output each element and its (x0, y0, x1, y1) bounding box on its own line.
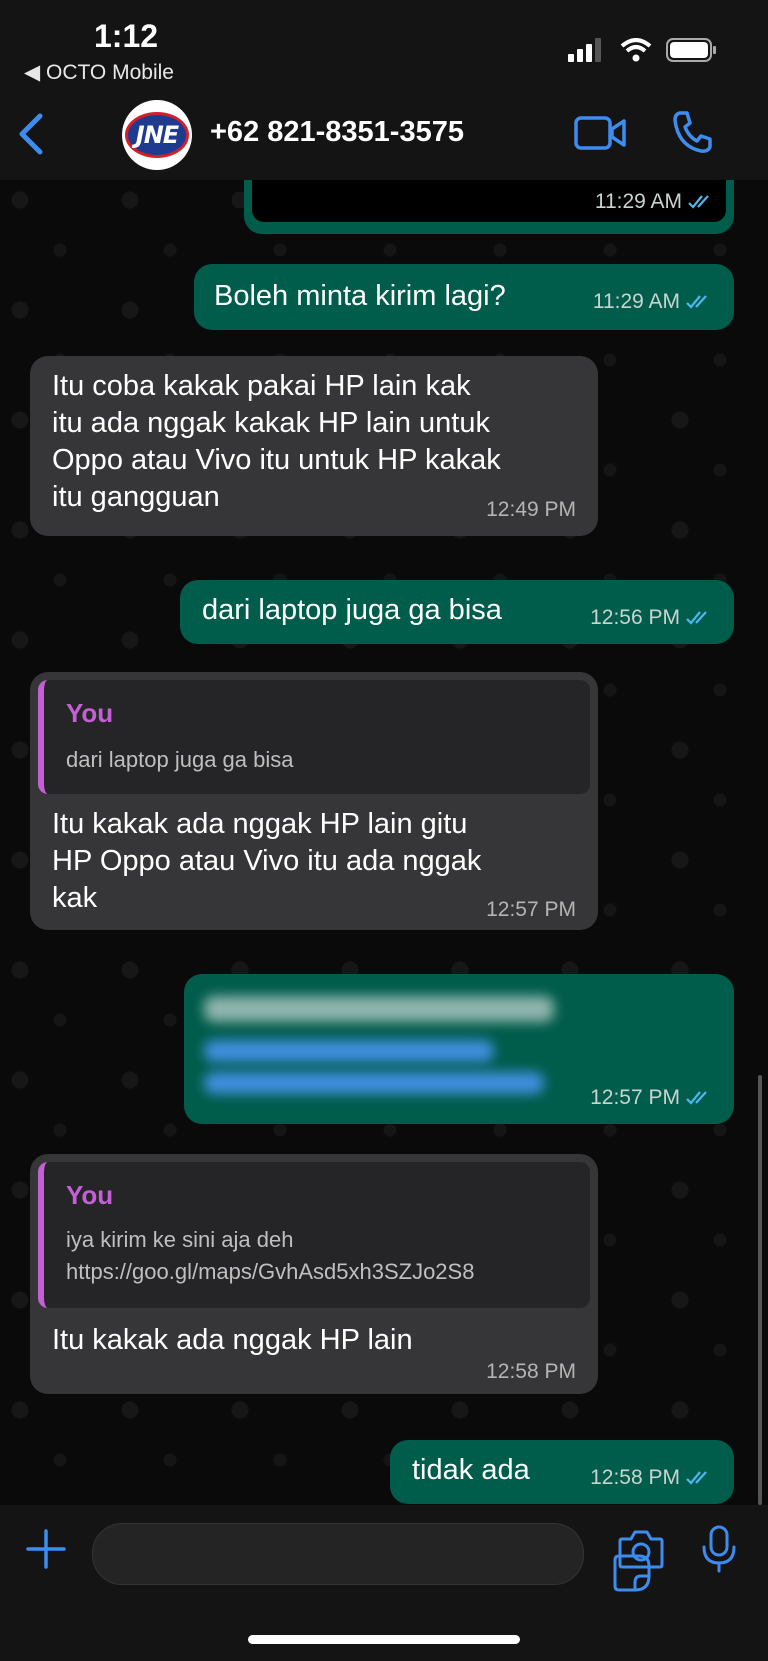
quoted-text: iya kirim ke sini aja deh https://goo.gl… (66, 1227, 475, 1284)
read-receipt-icon (686, 1471, 707, 1485)
message-text: Boleh minta kirim lagi? (214, 280, 506, 312)
message-text: tidak ada (412, 1454, 530, 1486)
chat-header: JNE +62 821-8351-3575 (0, 90, 768, 180)
plus-icon[interactable] (26, 1529, 66, 1569)
read-receipt-icon (688, 195, 709, 209)
message-time: 12:57 PM (590, 1086, 680, 1109)
chat-scrollbar[interactable] (758, 1075, 762, 1505)
message-bubble-outgoing[interactable]: tidak ada 12:58 PM (390, 1440, 734, 1504)
phone-call-icon[interactable] (672, 110, 712, 154)
battery-icon (666, 38, 716, 62)
quoted-author: You (66, 1180, 114, 1210)
message-bubble-incoming[interactable]: You dari laptop juga ga bisa Itu kakak a… (30, 672, 598, 930)
message-time: 12:58 PM (590, 1466, 680, 1489)
quoted-author: You (66, 698, 114, 728)
signal-icon (568, 38, 601, 62)
camera-icon[interactable] (618, 1529, 664, 1569)
message-text: Itu coba kakak pakai HP lain kak itu ada… (52, 370, 501, 513)
back-to-app-link[interactable]: ◀ OCTO Mobile (24, 60, 174, 85)
chat-messages[interactable]: 11:29 AM Boleh minta kirim lagi? 11:29 A… (0, 180, 768, 1505)
message-bubble-outgoing[interactable]: Boleh minta kirim lagi? 11:29 AM (194, 264, 734, 330)
message-bubble-incoming[interactable]: Itu coba kakak pakai HP lain kak itu ada… (30, 356, 598, 536)
contact-avatar[interactable]: JNE (122, 100, 192, 170)
message-text: dari laptop juga ga bisa (202, 594, 502, 626)
home-indicator[interactable] (248, 1635, 520, 1644)
message-bubble-outgoing[interactable]: 12:57 PM (184, 974, 734, 1124)
message-text: Itu kakak ada nggak HP lain gitu HP Oppo… (52, 808, 482, 914)
message-time: 12:58 PM (486, 1360, 576, 1383)
message-bubble-incoming[interactable]: You iya kirim ke sini aja deh https://go… (30, 1154, 598, 1394)
status-time: 1:12 (94, 18, 159, 54)
contact-name[interactable]: +62 821-8351-3575 (210, 116, 464, 149)
blurred-link (204, 1040, 494, 1062)
message-composer (0, 1505, 768, 1661)
message-time: 12:56 PM (590, 606, 680, 629)
read-receipt-icon (686, 611, 707, 625)
message-time: 11:29 AM (594, 190, 682, 213)
quoted-message[interactable]: You iya kirim ke sini aja deh https://go… (38, 1162, 590, 1308)
message-input[interactable] (92, 1523, 651, 1592)
wifi-icon (620, 38, 652, 62)
blurred-text (204, 996, 554, 1022)
blurred-link (204, 1072, 544, 1094)
status-bar: 1:12 ◀ OCTO Mobile (0, 0, 768, 90)
message-time: 11:29 AM (592, 290, 680, 313)
system-indicators (568, 38, 718, 62)
back-chevron-icon[interactable] (16, 112, 46, 156)
jne-logo: JNE (124, 112, 190, 158)
quoted-message[interactable]: You dari laptop juga ga bisa (38, 680, 590, 794)
message-time: 12:49 PM (486, 498, 576, 521)
message-time: 12:57 PM (486, 898, 576, 921)
read-receipt-icon (686, 295, 707, 309)
read-receipt-icon (686, 1091, 707, 1105)
message-bubble-outgoing[interactable]: 11:29 AM (244, 180, 734, 234)
message-bubble-outgoing[interactable]: dari laptop juga ga bisa 12:56 PM (180, 580, 734, 644)
video-call-icon[interactable] (574, 114, 626, 152)
message-text: Itu kakak ada nggak HP lain (52, 1324, 413, 1356)
quoted-text: dari laptop juga ga bisa (66, 747, 294, 772)
microphone-icon[interactable] (700, 1525, 738, 1573)
